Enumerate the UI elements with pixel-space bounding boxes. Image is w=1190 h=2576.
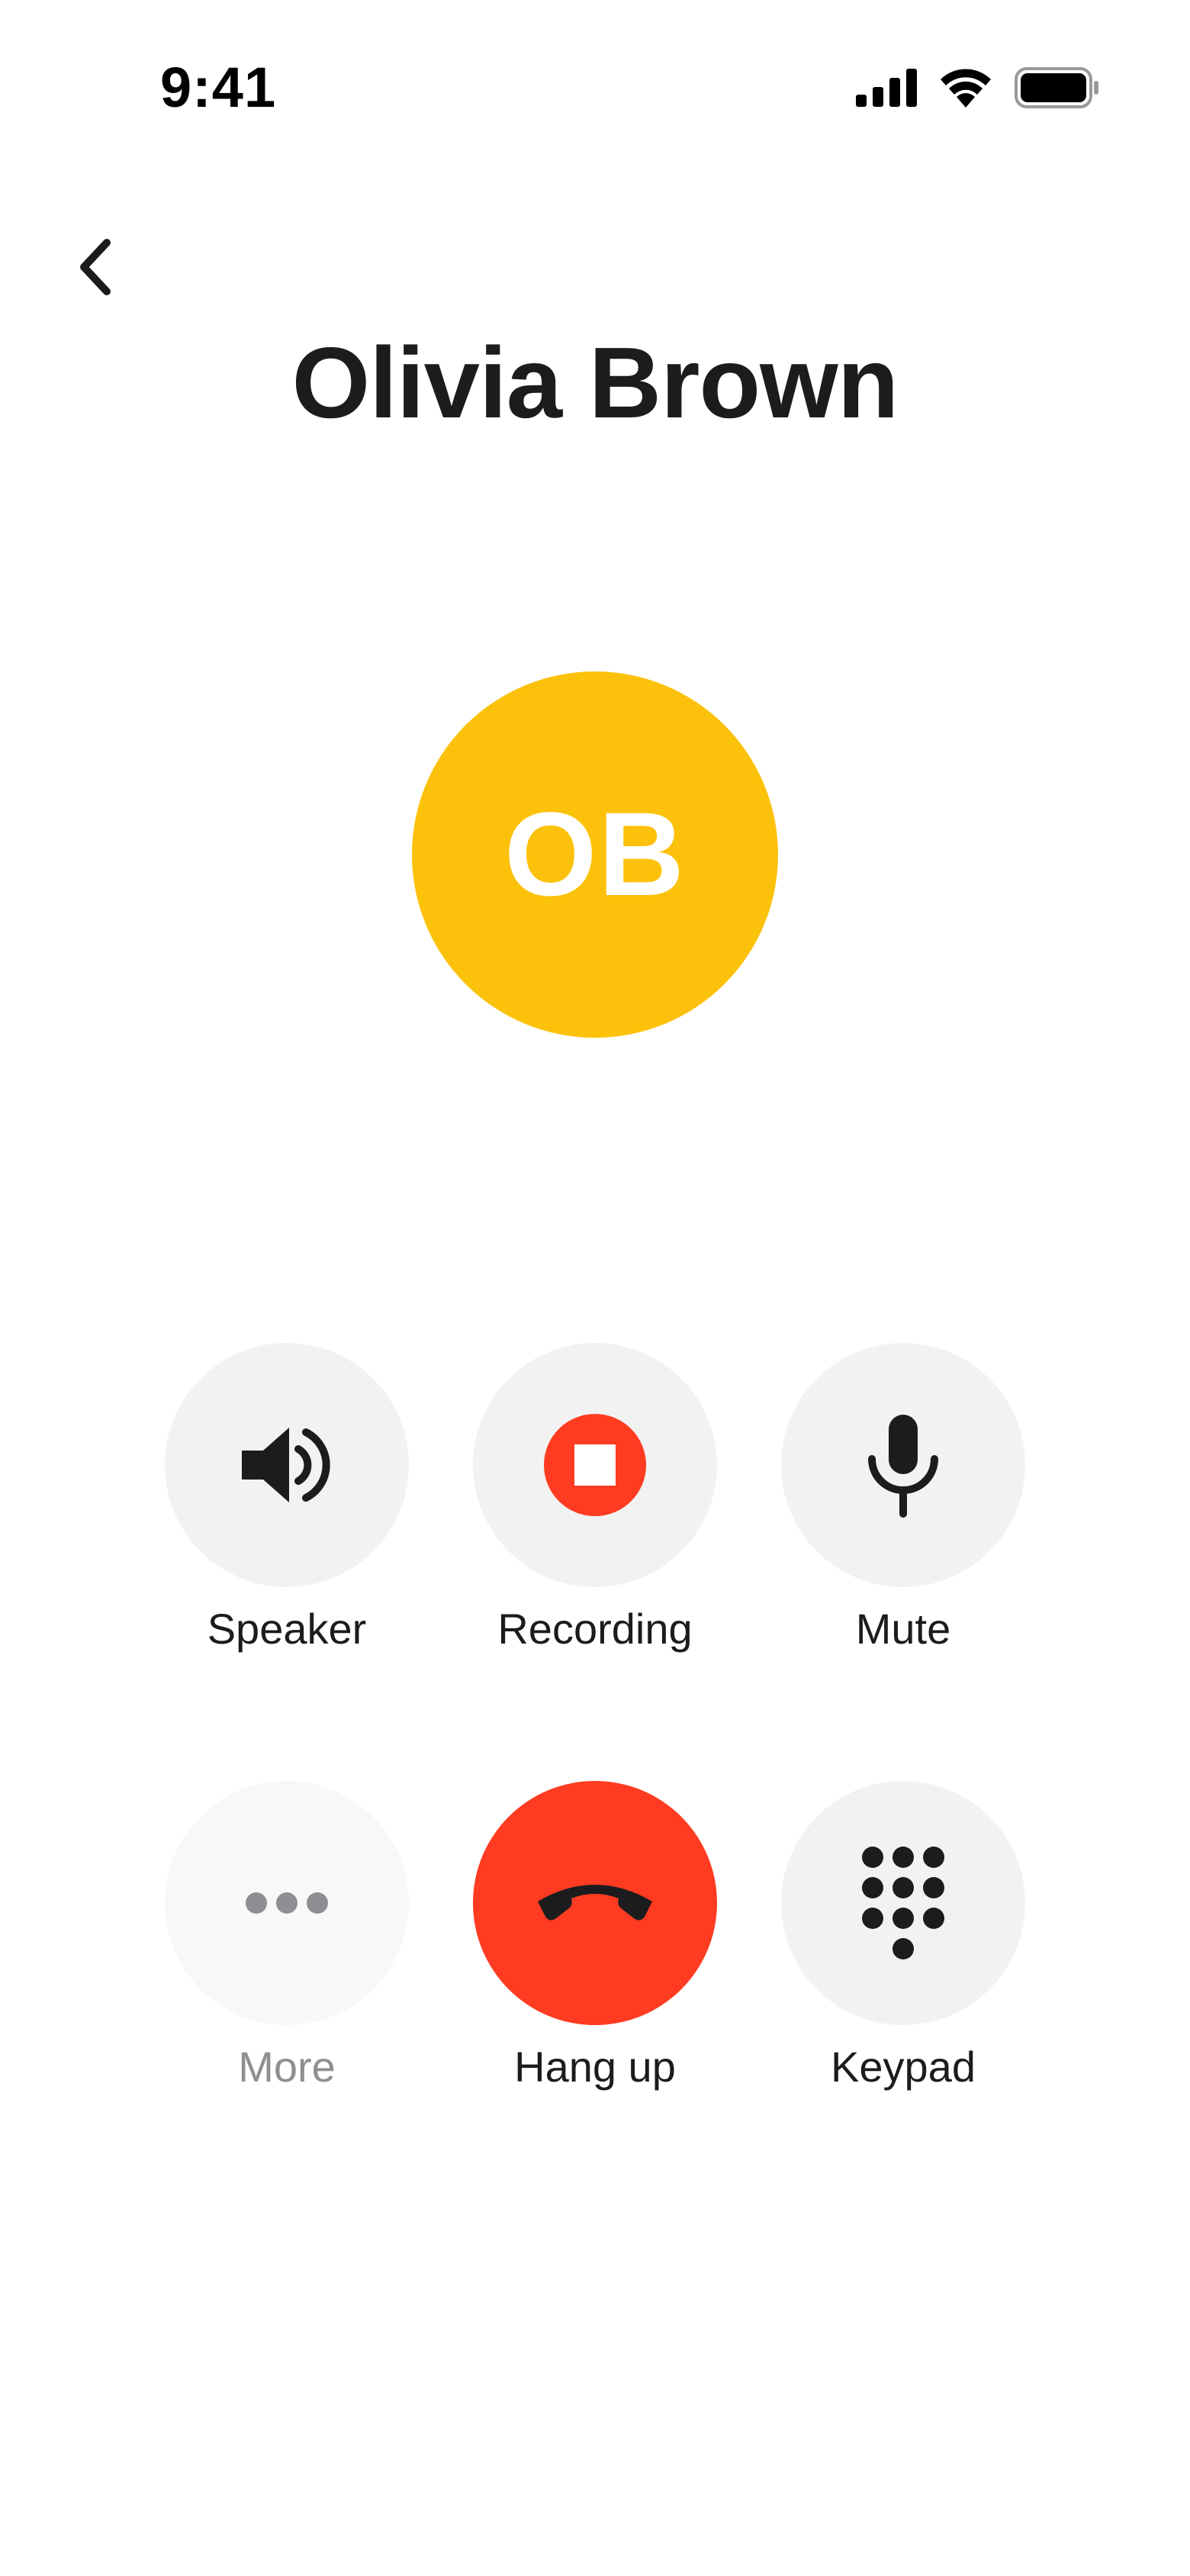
record-stop-icon bbox=[544, 1414, 646, 1516]
battery-icon bbox=[1015, 67, 1098, 108]
hang-up-phone-icon bbox=[538, 1885, 652, 1921]
wifi-icon bbox=[941, 69, 991, 108]
more-dots-icon bbox=[246, 1892, 328, 1914]
avatar: OB bbox=[412, 671, 778, 1038]
more-control: More bbox=[165, 1781, 409, 2091]
speaker-button[interactable] bbox=[165, 1343, 409, 1587]
back-button[interactable] bbox=[58, 229, 134, 305]
mute-control: Mute bbox=[781, 1343, 1025, 1653]
speaker-control: Speaker bbox=[165, 1343, 409, 1653]
keypad-control: Keypad bbox=[781, 1781, 1025, 2091]
speaker-icon bbox=[242, 1428, 330, 1502]
more-label: More bbox=[238, 2043, 336, 2091]
recording-button[interactable] bbox=[473, 1343, 717, 1587]
status-time: 9:41 bbox=[160, 56, 277, 119]
hang-up-label: Hang up bbox=[514, 2043, 676, 2091]
mute-label: Mute bbox=[855, 1605, 951, 1653]
keypad-label: Keypad bbox=[831, 2043, 976, 2091]
microphone-icon bbox=[868, 1415, 938, 1518]
more-button[interactable] bbox=[165, 1781, 409, 2025]
mute-button[interactable] bbox=[781, 1343, 1025, 1587]
speaker-label: Speaker bbox=[207, 1605, 367, 1653]
recording-label: Recording bbox=[497, 1605, 693, 1653]
contact-name: Olivia Brown bbox=[291, 327, 899, 439]
cellular-signal-icon bbox=[856, 69, 917, 107]
avatar-initials: OB bbox=[504, 787, 686, 921]
keypad-button[interactable] bbox=[781, 1781, 1025, 2025]
recording-control: Recording bbox=[473, 1343, 717, 1653]
keypad-icon bbox=[862, 1847, 944, 1959]
hangup-control: Hang up bbox=[473, 1781, 717, 2091]
hang-up-button[interactable] bbox=[473, 1781, 717, 2025]
status-bar: 9:41 bbox=[0, 0, 1190, 180]
status-icons bbox=[856, 67, 1100, 108]
chevron-left-icon bbox=[80, 239, 111, 295]
